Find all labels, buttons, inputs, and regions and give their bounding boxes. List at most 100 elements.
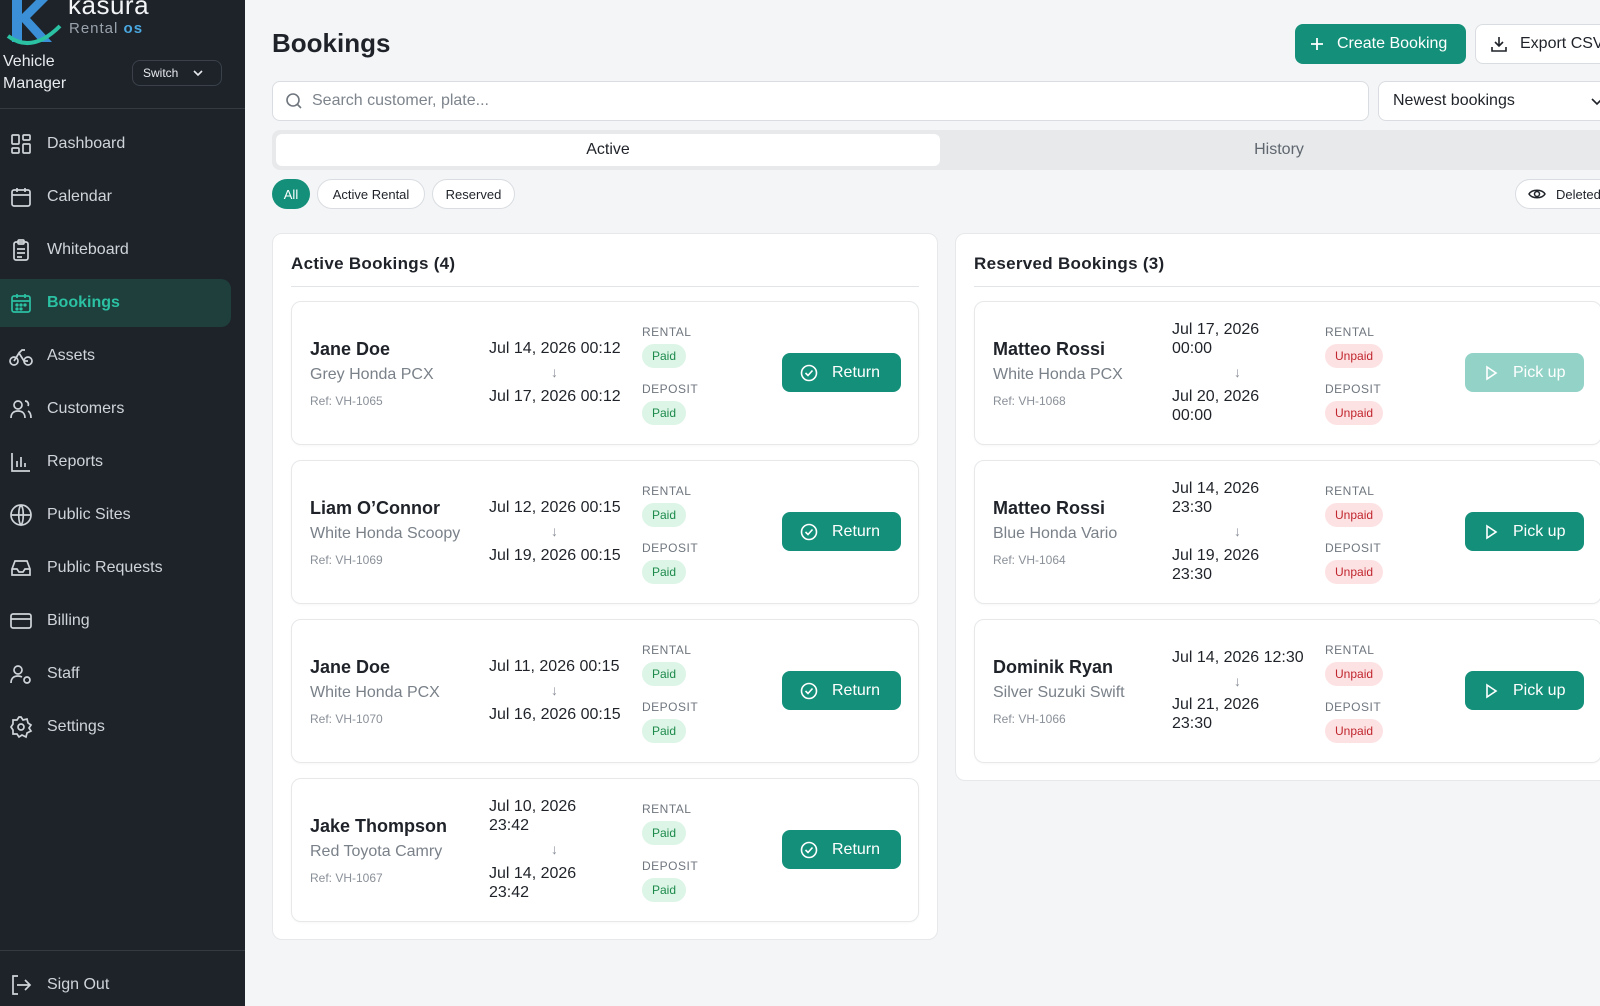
rental-status-badge: Unpaid	[1325, 662, 1384, 686]
start-date: Jul 11, 2026 00:15	[489, 658, 620, 675]
sidebar: kasura Rental os Vehicle Manager Switch …	[0, 0, 245, 1006]
sidebar-item-customers[interactable]: Customers	[0, 385, 245, 433]
end-date: Jul 19, 2026 23:30	[1172, 547, 1260, 583]
sign-out-label: Sign Out	[47, 976, 110, 993]
sort-select[interactable]: Newest bookings	[1378, 81, 1600, 121]
brand-logo[interactable]: kasura Rental os	[2, 0, 162, 45]
return-button[interactable]: Return	[782, 830, 901, 869]
plus-icon	[1311, 38, 1323, 50]
sidebar-item-dashboard[interactable]: Dashboard	[0, 120, 245, 168]
sidebar-item-staff[interactable]: Staff	[0, 650, 245, 698]
rental-status-badge: Paid	[642, 503, 687, 527]
deposit-status-badge: Paid	[642, 719, 687, 743]
switch-button[interactable]: Switch	[132, 60, 222, 86]
sidebar-item-billing[interactable]: Billing	[0, 597, 245, 645]
deposit-label: DEPOSIT	[1325, 700, 1382, 714]
return-button[interactable]: Return	[782, 671, 901, 710]
pick-up-button[interactable]: Pick up	[1465, 353, 1584, 392]
booking-ref: Ref: VH-1068	[993, 394, 1066, 408]
arrow-down-icon: ↓	[551, 841, 558, 857]
vehicle-name: Grey Honda PCX	[310, 366, 434, 383]
tab-history[interactable]: History	[947, 134, 1600, 166]
pick-up-button[interactable]: Pick up	[1465, 671, 1584, 710]
booking-dates: Jul 14, 2026 23:30 ↓ Jul 19, 2026 23:30	[1172, 461, 1317, 605]
sidebar-item-public-sites[interactable]: Public Sites	[0, 491, 245, 539]
filter-chip-all[interactable]: All	[272, 179, 310, 209]
sort-selected-value: Newest bookings	[1393, 92, 1515, 109]
deposit-label: DEPOSIT	[642, 541, 699, 555]
return-label: Return	[832, 681, 881, 699]
sidebar-item-whiteboard[interactable]: Whiteboard	[0, 226, 245, 274]
rental-status-badge: Paid	[642, 662, 687, 686]
arrow-down-icon: ↓	[551, 364, 558, 380]
create-booking-button[interactable]: Create Booking	[1295, 24, 1466, 64]
deposit-status-badge: Paid	[642, 878, 687, 902]
search-input[interactable]	[312, 92, 1212, 110]
sidebar-item-label: Reports	[47, 453, 104, 470]
user-cog-icon	[8, 661, 34, 687]
booking-dates: Jul 11, 2026 00:15 ↓ Jul 16, 2026 00:15	[489, 620, 634, 764]
sign-out-button[interactable]: Sign Out	[8, 972, 109, 998]
booking-ref: Ref: VH-1064	[993, 553, 1066, 567]
deposit-label: DEPOSIT	[642, 700, 699, 714]
sidebar-item-settings[interactable]: Settings	[0, 703, 245, 751]
filter-chip-reserved[interactable]: Reserved	[432, 179, 515, 209]
export-csv-button[interactable]: Export CSV	[1475, 24, 1600, 64]
deposit-label: DEPOSIT	[642, 382, 699, 396]
booking-card: Jane Doe Grey Honda PCX Ref: VH-1065 Jul…	[291, 301, 919, 445]
rental-label: RENTAL	[1325, 643, 1375, 657]
end-date: Jul 21, 2026 23:30	[1172, 696, 1260, 732]
reserved-bookings-panel: Reserved Bookings (3) Matteo Rossi White…	[955, 233, 1600, 781]
filter-chip-active-rental[interactable]: Active Rental	[317, 179, 425, 209]
check-circle-icon	[800, 682, 818, 699]
sidebar-item-reports[interactable]: Reports	[0, 438, 245, 486]
end-date: Jul 14, 2026 23:42	[489, 865, 577, 901]
pick-up-label: Pick up	[1513, 681, 1566, 699]
rental-label: RENTAL	[1325, 325, 1375, 339]
arrow-down-icon: ↓	[1234, 673, 1241, 689]
rental-label: RENTAL	[1325, 484, 1375, 498]
booking-dates: Jul 14, 2026 12:30 ↓ Jul 21, 2026 23:30	[1172, 620, 1317, 764]
start-date: Jul 17, 2026 00:00	[1172, 321, 1260, 357]
booking-ref: Ref: VH-1067	[310, 871, 383, 885]
return-button[interactable]: Return	[782, 512, 901, 551]
sidebar-item-bookings[interactable]: Bookings	[0, 279, 231, 327]
rental-status-badge: Unpaid	[1325, 344, 1384, 368]
vehicle-name: White Honda PCX	[993, 366, 1123, 383]
sidebar-item-calendar[interactable]: Calendar	[0, 173, 245, 221]
show-deleted-toggle[interactable]: Deleted	[1515, 179, 1600, 209]
sidebar-item-label: Assets	[47, 347, 96, 364]
return-label: Return	[832, 522, 881, 540]
end-date: Jul 17, 2026 00:12	[489, 388, 621, 405]
sidebar-item-label: Public Requests	[47, 559, 163, 576]
chevron-down-icon	[1591, 98, 1600, 106]
sidebar-item-assets[interactable]: Assets	[0, 332, 245, 380]
booking-ref: Ref: VH-1069	[310, 553, 383, 567]
export-csv-label: Export CSV	[1520, 35, 1600, 52]
arrow-down-icon: ↓	[551, 682, 558, 698]
globe-icon	[8, 502, 34, 528]
deposit-status-badge: Unpaid	[1325, 560, 1384, 584]
return-label: Return	[832, 840, 881, 858]
arrow-down-icon: ↓	[1234, 364, 1241, 380]
booking-card: Jane Doe White Honda PCX Ref: VH-1070 Ju…	[291, 619, 919, 763]
deposit-status-badge: Paid	[642, 560, 687, 584]
sidebar-item-public-requests[interactable]: Public Requests	[0, 544, 245, 592]
booking-dates: Jul 17, 2026 00:00 ↓ Jul 20, 2026 00:00	[1172, 302, 1317, 446]
tab-active[interactable]: Active	[276, 134, 940, 166]
inbox-icon	[8, 555, 34, 581]
start-date: Jul 14, 2026 23:30	[1172, 480, 1260, 516]
check-circle-icon	[800, 523, 818, 540]
logout-icon	[8, 972, 34, 998]
vehicle-name: Blue Honda Vario	[993, 525, 1118, 542]
sidebar-bottom-divider	[0, 950, 245, 951]
page-title: Bookings	[272, 28, 391, 58]
deposit-label: DEPOSIT	[642, 859, 699, 873]
eye-icon	[1528, 189, 1546, 199]
return-button[interactable]: Return	[782, 353, 901, 392]
deposit-label: DEPOSIT	[1325, 382, 1382, 396]
customer-name: Jane Doe	[310, 339, 391, 359]
pick-up-button[interactable]: Pick up	[1465, 512, 1584, 551]
gear-icon	[8, 714, 34, 740]
panel-title: Active Bookings (4)	[291, 254, 456, 273]
